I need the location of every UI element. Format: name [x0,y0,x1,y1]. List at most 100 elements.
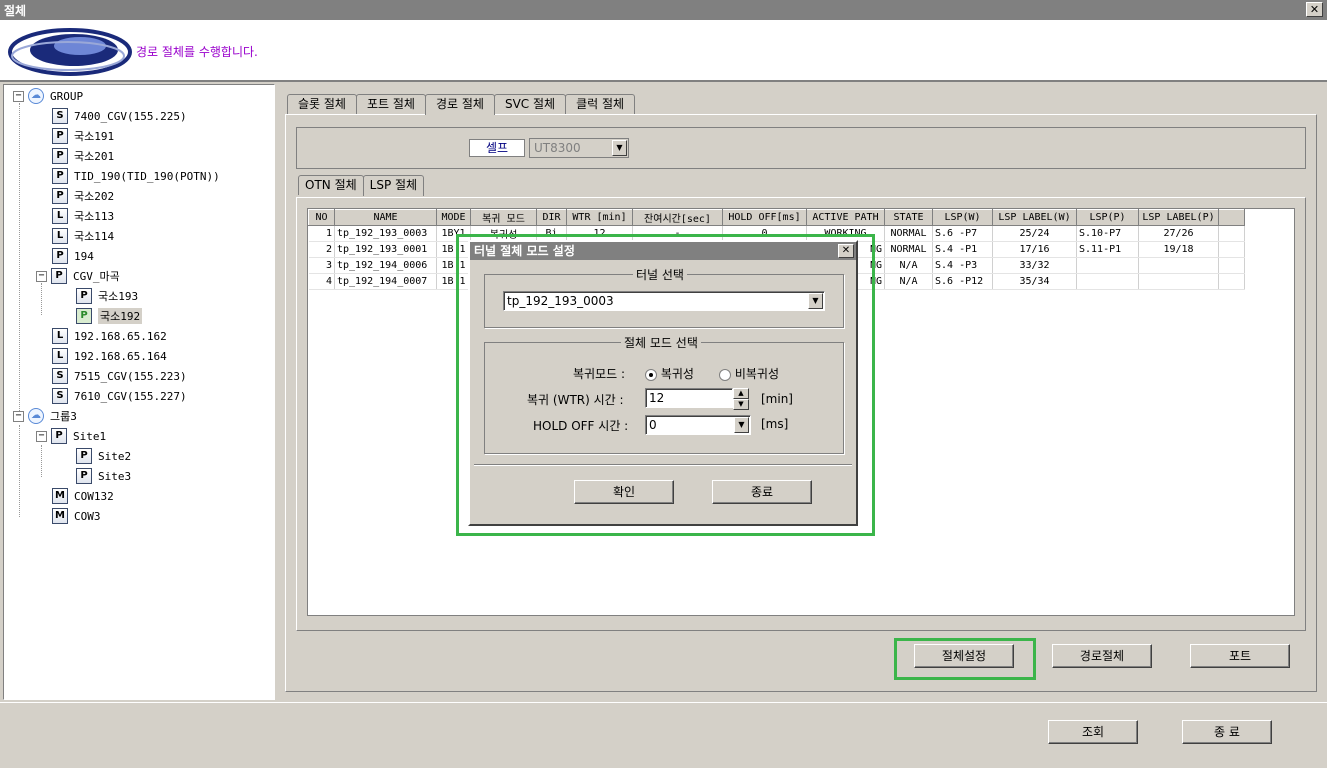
node-p-icon: P [76,288,92,304]
tab-slot[interactable]: 슬롯 절체 [287,94,357,114]
chevron-down-icon[interactable]: ▼ [612,140,627,156]
node-p-icon: P [52,148,68,164]
node-p-icon: P [76,468,92,484]
column-header[interactable]: 잔여시간[sec] [632,209,723,226]
tunnel-combo[interactable]: tp_192_193_0003 ▼ [503,291,825,311]
column-header[interactable]: 복귀 모드 [470,209,537,226]
column-header[interactable]: NO [308,209,335,226]
tree-node[interactable]: P TID_190(TID_190(POTN)) [52,167,220,185]
radio-unchecked-icon[interactable] [719,368,731,381]
network-tree[interactable]: − ☁ GROUP S 7400_CGV(155.225) P 국소191 P … [3,84,275,700]
dialog-close-button[interactable]: 종료 [712,480,812,504]
selp-combo[interactable]: UT8300 ▼ [529,138,629,158]
chevron-down-icon[interactable]: ▼ [734,417,749,433]
tree-node[interactable]: M COW132 [52,487,114,505]
column-header[interactable]: HOLD OFF[ms] [722,209,807,226]
wtr-spin-input[interactable]: 12 [645,388,733,408]
close-icon[interactable]: ✕ [838,244,854,258]
non-restore-radio[interactable]: 비복귀성 [719,365,779,382]
window-title: 절체 [4,4,27,18]
cloud-icon: ☁ [28,408,44,424]
spin-down-icon[interactable]: ▼ [733,399,749,410]
collapse-icon[interactable]: − [36,270,47,282]
tree-node[interactable]: S 7400_CGV(155.225) [52,107,187,125]
tree-node[interactable]: L 192.168.65.164 [52,347,167,365]
column-header[interactable]: WTR [min] [566,209,633,226]
ok-button[interactable]: 확인 [574,480,674,504]
wtr-value: 12 [649,391,665,405]
node-p-icon: P [51,428,67,444]
column-header[interactable]: LSP(W) [932,209,993,226]
column-header[interactable]: NAME [334,209,437,226]
column-header[interactable]: MODE [436,209,471,226]
wtr-unit: [min] [761,392,793,406]
column-header[interactable]: LSP LABEL(W) [992,209,1077,226]
tree-node-group[interactable]: − ☁ GROUP [13,87,83,105]
tree-node[interactable]: P Site3 [76,467,131,485]
tunnel-mode-dialog: 터널 절체 모드 설정 ✕ 터널 선택 tp_192_193_0003 ▼ 절체… [468,240,858,526]
tree-node-site1[interactable]: − P Site1 [36,427,106,445]
node-p-icon: P [76,448,92,464]
wtr-spinner[interactable]: ▲ ▼ [733,388,749,410]
chevron-down-icon[interactable]: ▼ [808,293,823,309]
tree-node[interactable]: L 192.168.65.162 [52,327,167,345]
tree-node[interactable]: L 국소114 [52,227,114,245]
radio-checked-icon[interactable] [645,368,657,381]
tree-node[interactable]: P 국소191 [52,127,114,145]
restore-radio[interactable]: 복귀성 [645,365,694,382]
column-header[interactable]: STATE [884,209,933,226]
banner-message: 경로 절체를 수행합니다. [136,45,258,59]
holdoff-combo[interactable]: 0 ▼ [645,415,751,435]
node-l-icon: L [52,328,68,344]
server-icon: S [52,108,68,124]
tab-clock[interactable]: 클럭 절체 [565,94,636,114]
tree-node[interactable]: L 국소113 [52,207,114,225]
node-p-icon: P [52,188,68,204]
query-button[interactable]: 조회 [1048,720,1138,744]
node-l-icon: L [52,208,68,224]
collapse-icon[interactable]: − [13,410,24,422]
exit-button[interactable]: 종 료 [1182,720,1272,744]
node-p-icon: P [51,268,67,284]
path-switch-button[interactable]: 경로절체 [1052,644,1152,668]
tab-svc[interactable]: SVC 절체 [493,94,567,114]
node-p-icon: P [52,248,68,264]
close-icon[interactable]: ✕ [1306,2,1323,17]
tab-otn[interactable]: OTN 절체 [298,175,364,195]
mode-select-group: 절체 모드 선택 복귀모드 : 복귀성 비복귀성 복귀 (WTR) 시간 : 1… [484,334,844,454]
collapse-icon[interactable]: − [13,90,24,102]
column-header[interactable]: LSP(P) [1076,209,1139,226]
column-header[interactable]: LSP LABEL(P) [1138,209,1219,226]
tree-node[interactable]: P 194 [52,247,94,265]
tab-path[interactable]: 경로 절체 [424,94,495,115]
logo-icon [8,28,132,76]
tree-node[interactable]: P 국소201 [52,147,114,165]
tree-node[interactable]: M COW3 [52,507,101,525]
setting-highlight [894,638,1036,680]
dialog-divider [474,464,852,466]
tree-node[interactable]: P Site2 [76,447,131,465]
server-icon: S [52,368,68,384]
tunnel-value: tp_192_193_0003 [507,294,614,308]
tunnel-select-group: 터널 선택 tp_192_193_0003 ▼ [484,266,844,328]
column-header[interactable]: DIR [536,209,567,226]
spin-up-icon[interactable]: ▲ [733,388,749,399]
cloud-icon: ☁ [28,88,44,104]
tree-node[interactable]: S 7515_CGV(155.223) [52,367,187,385]
dialog-title: 터널 절체 모드 설정 [470,242,856,260]
port-button[interactable]: 포트 [1190,644,1290,668]
tree-node-cgv[interactable]: − P CGV_마곡 [36,267,120,285]
column-header [1218,209,1245,226]
tree-node-group3[interactable]: − ☁ 그룹3 [13,407,77,425]
tab-port[interactable]: 포트 절체 [355,94,426,114]
column-header[interactable]: ACTIVE PATH [806,209,885,226]
node-m-icon: M [52,488,68,504]
tree-node[interactable]: S 7610_CGV(155.227) [52,387,187,405]
tab-lsp[interactable]: LSP 절체 [362,175,425,196]
tree-node[interactable]: P 국소193 [76,287,138,305]
selp-panel: 셀프 UT8300 ▼ [296,127,1306,169]
tree-node[interactable]: P 국소202 [52,187,114,205]
collapse-icon[interactable]: − [36,430,47,442]
node-m-icon: M [52,508,68,524]
tree-node-selected[interactable]: P 국소192 [76,307,143,325]
